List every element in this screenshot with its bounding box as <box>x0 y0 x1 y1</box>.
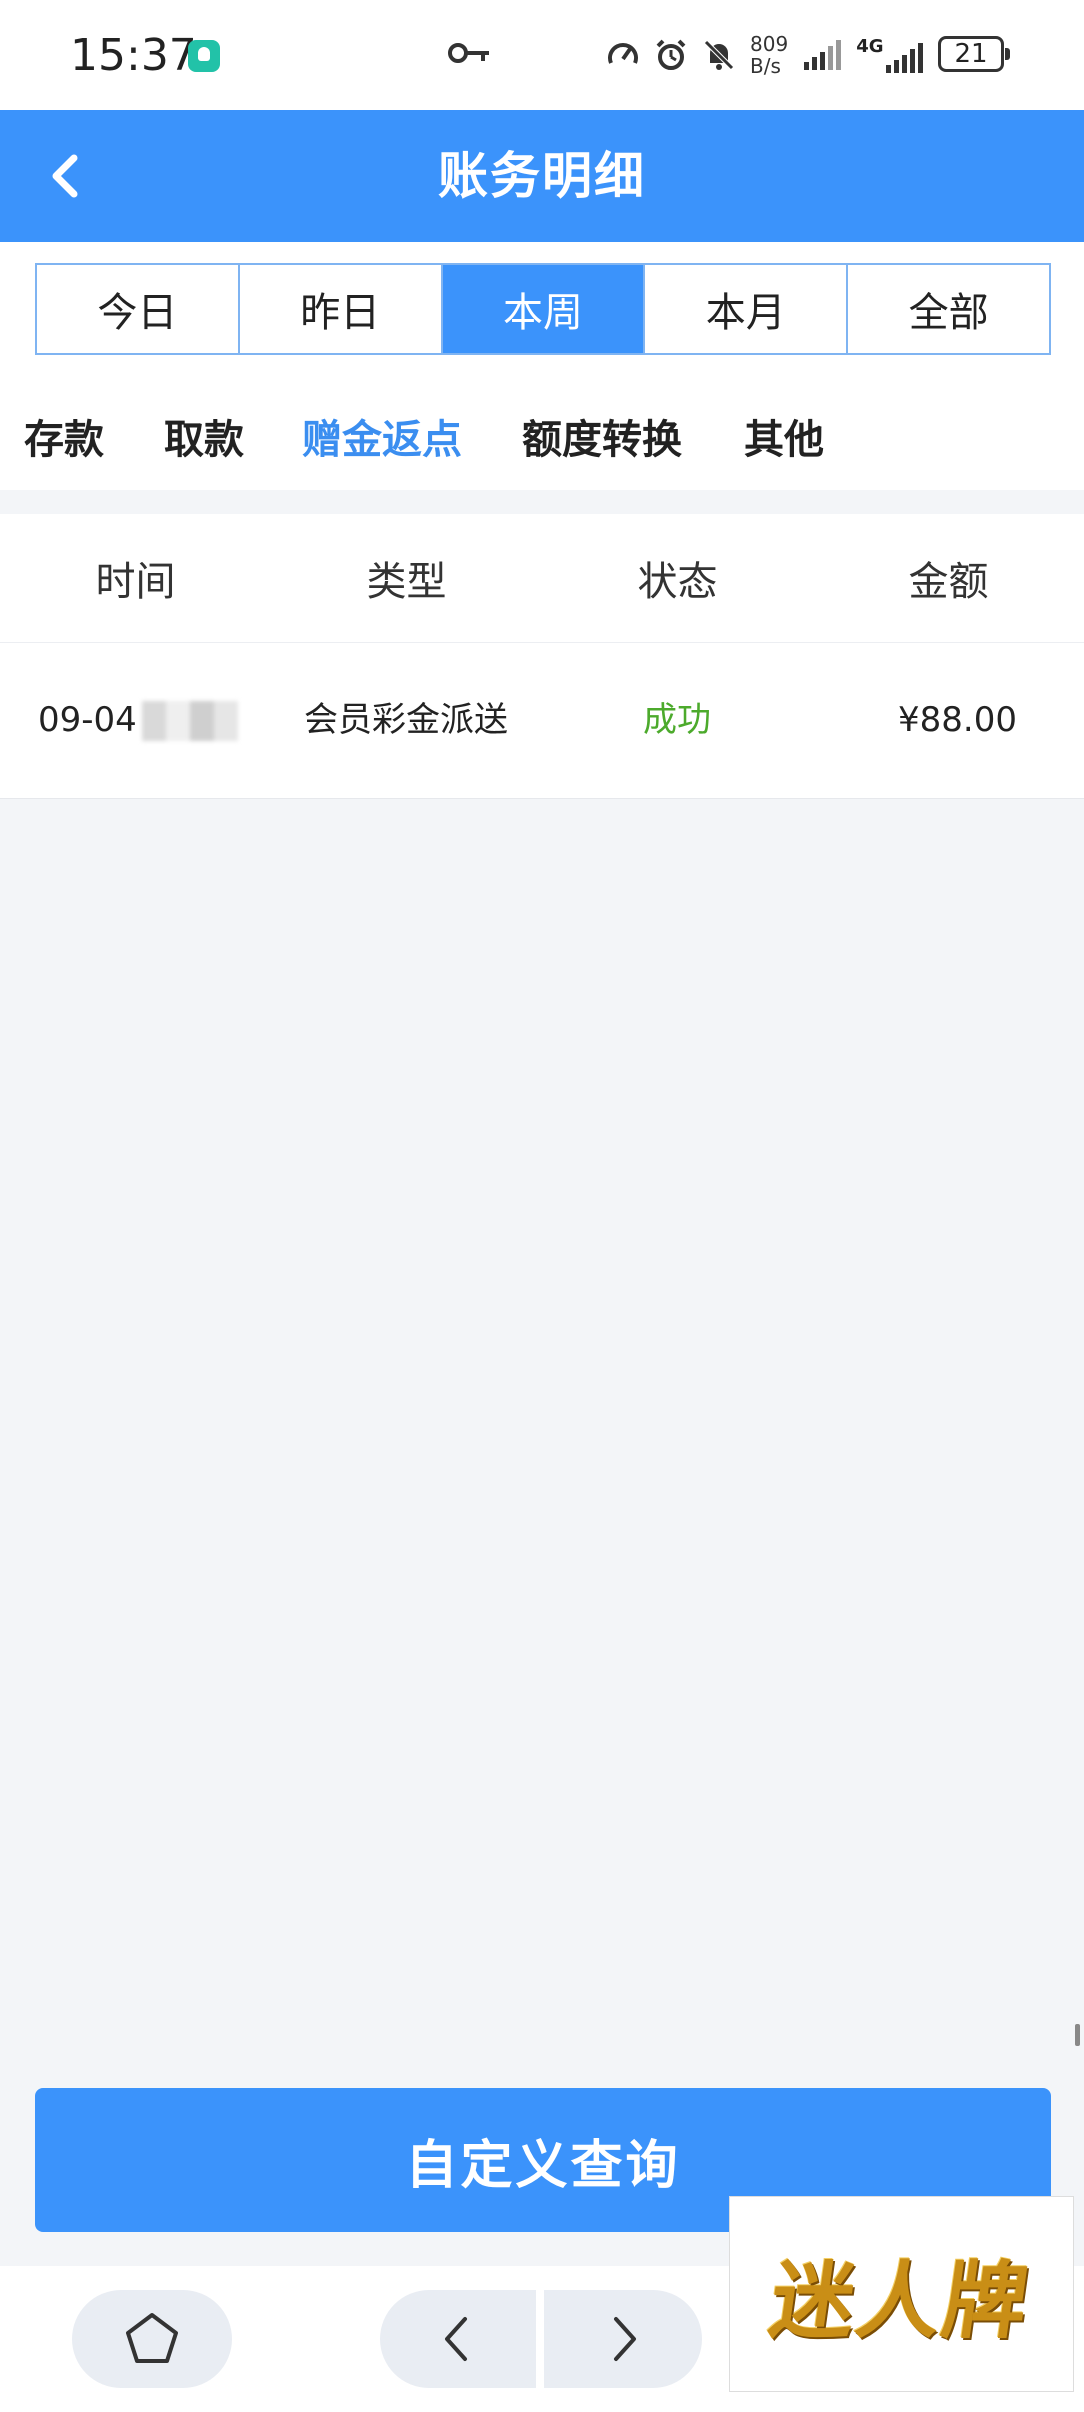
alarm-icon <box>656 39 686 70</box>
tab-yesterday[interactable]: 昨日 <box>239 265 443 353</box>
watermark-text: 迷人牌 <box>764 2250 1037 2350</box>
column-header-status: 状态 <box>637 559 718 605</box>
watermark-logo: 迷人牌 <box>729 2196 1074 2392</box>
row-status: 成功 <box>643 700 711 740</box>
tab-today[interactable]: 今日 <box>37 265 240 353</box>
tab-deposit[interactable]: 存款 <box>24 400 104 480</box>
network-speed: 809 B/s <box>750 33 788 77</box>
chevron-left-icon <box>445 2317 467 2361</box>
column-header-amount: 金额 <box>908 559 989 605</box>
period-tabs: 今日 昨日 本周 本月 全部 <box>35 263 1051 355</box>
tab-this-month[interactable]: 本月 <box>645 265 849 353</box>
signal-4g-icon <box>885 42 923 73</box>
network-speed-unit: B/s <box>750 54 781 78</box>
row-type: 会员彩金派送 <box>304 700 508 740</box>
tab-bonus-rebate[interactable]: 赠金返点 <box>302 400 462 480</box>
table-header: 时间 类型 状态 金额 <box>0 514 1084 643</box>
type-tabs: 存款 取款 赠金返点 额度转换 其他 <box>0 400 1084 480</box>
tab-this-week[interactable]: 本周 <box>442 265 646 353</box>
home-button[interactable] <box>72 2290 232 2388</box>
header-bar: 账务明细 <box>0 110 1084 242</box>
blurred-time-mask <box>142 701 238 741</box>
tab-all[interactable]: 全部 <box>848 265 1049 353</box>
tab-other[interactable]: 其他 <box>744 400 824 480</box>
network-4g: 4G <box>856 36 923 75</box>
row-time: 09-04 <box>38 700 137 740</box>
column-header-time: 时间 <box>95 559 176 605</box>
page-title: 账务明细 <box>438 147 646 205</box>
home-pentagon-icon <box>126 2313 178 2363</box>
scrollbar[interactable] <box>1075 2024 1080 2046</box>
browser-forward-button[interactable] <box>544 2290 702 2388</box>
speedometer-icon <box>608 43 638 64</box>
battery-icon: 21 <box>938 36 1010 72</box>
status-time: 15:37 <box>70 30 197 81</box>
column-header-type: 类型 <box>366 559 447 605</box>
browser-back-button[interactable] <box>380 2290 536 2388</box>
network-speed-value: 809 <box>750 32 789 56</box>
app-notification-icon <box>188 40 220 72</box>
tab-withdraw[interactable]: 取款 <box>164 400 244 480</box>
status-bar: 15:37 809 B/s 4G 21 <box>0 0 1084 110</box>
table-row[interactable]: 09-04 会员彩金派送 成功 ¥88.00 <box>0 643 1084 799</box>
mute-bell-icon <box>704 40 734 70</box>
signal-icon <box>804 40 842 70</box>
vpn-key-icon <box>448 43 489 63</box>
row-amount: ¥88.00 <box>898 700 1017 740</box>
chevron-right-icon <box>614 2317 636 2361</box>
network-type: 4G <box>856 35 884 57</box>
tab-credit-transfer[interactable]: 额度转换 <box>522 400 682 480</box>
